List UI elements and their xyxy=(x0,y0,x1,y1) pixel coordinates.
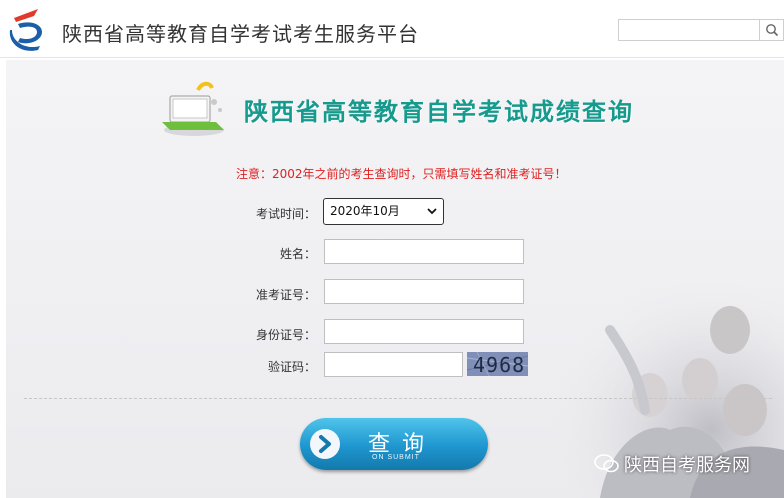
wechat-icon xyxy=(594,454,619,473)
divider xyxy=(24,398,772,399)
search-button[interactable] xyxy=(760,19,784,41)
name-label: 姓名： xyxy=(279,247,316,261)
exam-time-value: 2020年10月 xyxy=(330,204,400,218)
submit-button[interactable]: 查询 ON SUBMIT xyxy=(300,418,488,470)
search-icon xyxy=(766,24,779,37)
submit-sub-label: ON SUBMIT xyxy=(372,454,420,461)
header-bar: 陕西省高等教育自学考试考生服务平台 xyxy=(0,0,784,58)
chevron-down-icon xyxy=(427,208,437,215)
name-input[interactable] xyxy=(324,239,524,264)
search-input[interactable] xyxy=(618,19,760,41)
computer-icon xyxy=(162,81,224,136)
submit-arrow xyxy=(310,429,340,459)
site-logo-icon xyxy=(9,9,42,51)
captcha-image[interactable]: 4968 xyxy=(467,352,528,376)
watermark-text: 陕西自考服务网 xyxy=(624,455,750,476)
captcha-input[interactable] xyxy=(324,352,463,377)
notice-text: 注意：2002年之前的考生查询时，只需填写姓名和准考证号！ xyxy=(236,167,567,181)
id-number-input[interactable] xyxy=(324,319,524,344)
admission-label: 准考证号： xyxy=(255,288,316,302)
site-title: 陕西省高等教育自学考试考生服务平台 xyxy=(62,22,419,46)
captcha-label: 验证码： xyxy=(267,360,316,374)
id-number-label: 身份证号： xyxy=(255,328,316,342)
exam-time-select[interactable]: 2020年10月 xyxy=(323,198,444,225)
admission-number-input[interactable] xyxy=(324,279,524,304)
page-title: 陕西省高等教育自学考试成绩查询 xyxy=(244,98,634,126)
captcha-text: 4968 xyxy=(473,353,526,376)
exam-time-label: 考试时间： xyxy=(255,207,316,221)
chevron-right-icon xyxy=(319,435,331,453)
